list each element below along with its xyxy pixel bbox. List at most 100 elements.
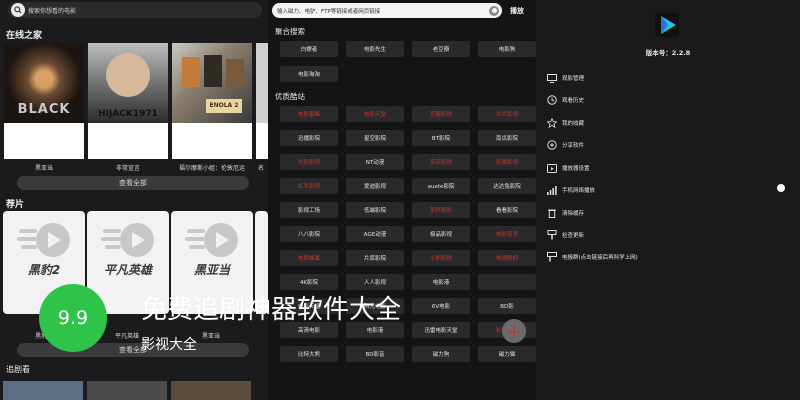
menu-item-label: 检查更新: [562, 233, 585, 239]
menu-item-trash[interactable]: 清除缓存: [546, 206, 584, 220]
section-title-reco: 荐片: [6, 200, 25, 210]
reco-title: 黑亚当: [193, 263, 230, 277]
movie-title: 黑亚当: [34, 165, 53, 172]
quality-site-button[interactable]: 红牛影视: [280, 178, 338, 194]
quality-site-button[interactable]: 电影蜜蜂: [280, 106, 338, 122]
quality-site-button[interactable]: 影猫影视: [478, 154, 536, 170]
menu-item-label: 播放器设置: [562, 166, 590, 172]
quality-site-button[interactable]: 光影影视: [280, 154, 338, 170]
quality-site-button[interactable]: 电影蜂巢: [280, 250, 338, 266]
quality-site-button[interactable]: 人人影视: [346, 274, 404, 290]
url-placeholder: 输入磁力、电驴、FTP等链接或者网页链接: [277, 8, 381, 15]
trash-icon: [546, 207, 558, 219]
aggregate-site-button[interactable]: 白嫖者: [280, 41, 338, 57]
movie-card[interactable]: HIJACK1971: [88, 43, 168, 159]
quality-site-button[interactable]: 4K影院: [280, 274, 338, 290]
quality-site-button[interactable]: auete影院: [412, 178, 470, 194]
menu-item-update[interactable]: 检查更新: [546, 228, 584, 242]
promo-subline: 影视大全: [141, 337, 197, 353]
movie-card[interactable]: [3, 381, 83, 400]
movie-card[interactable]: [87, 381, 167, 400]
telegram-icon: [546, 251, 558, 263]
menu-item-label: 分享软件: [562, 143, 585, 149]
quality-site-button[interactable]: 比特大熊: [280, 346, 338, 362]
share-icon: [546, 139, 558, 151]
clear-icon[interactable]: [489, 5, 499, 16]
quality-site-button[interactable]: BT影院: [412, 130, 470, 146]
play-button[interactable]: 播放: [510, 6, 524, 16]
url-input[interactable]: 输入磁力、电驴、FTP等链接或者网页链接: [272, 3, 502, 18]
search-icon: [11, 3, 25, 17]
quality-site-button[interactable]: 豆瓣影视: [412, 106, 470, 122]
quality-site-button[interactable]: [478, 274, 536, 290]
quality-site-button[interactable]: 极品影视: [412, 226, 470, 242]
aggregate-site-button[interactable]: 电影狗: [478, 41, 536, 57]
quality-site-button[interactable]: 6V电影: [412, 298, 470, 314]
quality-site-button[interactable]: 低端影院: [346, 202, 404, 218]
quality-site-button[interactable]: 星空影院: [346, 130, 404, 146]
play-icon: [185, 223, 238, 257]
aggregate-site-button[interactable]: 电影先生: [346, 41, 404, 57]
quality-site-button[interactable]: 磁力狗: [412, 346, 470, 362]
add-site-button[interactable]: +: [502, 319, 526, 343]
menu-item-telegram[interactable]: 电报群(点击链接后再科学上网): [546, 250, 638, 264]
signal-icon: [546, 184, 558, 196]
aggregate-site-button[interactable]: 电影淘淘: [280, 66, 338, 82]
monitor-icon: [546, 72, 558, 84]
quality-site-button[interactable]: 迅雷电影天堂: [412, 322, 470, 338]
movie-poster: ENOLA 2: [172, 43, 252, 123]
quality-site-button[interactable]: 片片影视: [478, 106, 536, 122]
movie-search-bar[interactable]: 搜索你想看的电影: [8, 2, 262, 18]
quality-site-button[interactable]: 片库影院: [346, 250, 404, 266]
quality-site-button[interactable]: 奈菲影视: [412, 154, 470, 170]
menu-item-history[interactable]: 观看历史: [546, 93, 584, 107]
quality-site-button[interactable]: 看看影院: [478, 202, 536, 218]
movie-card[interactable]: BLACK: [4, 43, 84, 159]
quality-site-button[interactable]: NT动漫: [346, 154, 404, 170]
menu-item-label: 清除缓存: [562, 211, 585, 217]
movie-card[interactable]: [256, 43, 268, 159]
version-label: 版本号：2.2.8: [645, 49, 691, 57]
quality-site-button[interactable]: 八八影院: [280, 226, 338, 242]
quality-site-button[interactable]: 达达兔影院: [478, 178, 536, 194]
quality-site-button[interactable]: 磁力猫: [478, 346, 536, 362]
menu-item-share[interactable]: 分享软件: [546, 138, 584, 152]
quality-site-button[interactable]: 迅播影院: [280, 130, 338, 146]
menu-item-signal[interactable]: 手机网络播放: [546, 183, 595, 197]
quality-site-button[interactable]: 影视工场: [280, 202, 338, 218]
section-title-watching: 追剧看: [6, 365, 30, 374]
search-placeholder: 搜索你想看的电影: [28, 7, 77, 15]
movie-title: 非常宣言: [115, 165, 140, 172]
section-title-quality: 优质酷站: [275, 92, 305, 101]
quality-site-button[interactable]: AGE动漫: [346, 226, 404, 242]
quality-site-button[interactable]: 小熊影视: [412, 250, 470, 266]
aggregate-site-button[interactable]: 老豆瓣: [412, 41, 470, 57]
view-all-button[interactable]: 查看全部: [17, 176, 249, 190]
sites-pane: 输入磁力、电驴、FTP等链接或者网页链接 播放 聚合搜索 优质酷站 白嫖者 电影先…: [268, 0, 536, 400]
movie-card[interactable]: ENOLA 2: [172, 43, 252, 159]
player-icon: [546, 162, 558, 174]
quality-site-button[interactable]: 爱迪影视: [346, 178, 404, 194]
network-play-toggle[interactable]: [777, 184, 785, 192]
quality-site-button[interactable]: BD影音: [346, 346, 404, 362]
reco-title: 平凡英雄: [103, 263, 152, 277]
quality-site-button[interactable]: 电影港: [412, 274, 470, 290]
menu-item-player[interactable]: 播放器设置: [546, 161, 590, 175]
menu-item-label: 我的收藏: [562, 121, 585, 127]
quality-site-button[interactable]: 电影天堂: [346, 106, 404, 122]
quality-site-button[interactable]: BD影: [478, 298, 536, 314]
menu-item-label: 电报群(点击链接后再科学上网): [562, 255, 638, 261]
movie-poster: HIJACK1971: [88, 43, 168, 123]
quality-site-button[interactable]: 电影猎手: [478, 226, 536, 242]
quality-site-button[interactable]: 茶杯狐影: [412, 202, 470, 218]
movie-title: 福尔摩斯小姐：伦敦厄运: [178, 165, 245, 172]
settings-pane: 版本号：2.2.8 观影管理观看历史我的收藏分享软件播放器设置手机网络播放清除缓…: [536, 0, 800, 400]
section-title-aggregate: 聚合搜索: [275, 27, 305, 36]
quality-site-button[interactable]: 电视剧网: [478, 250, 536, 266]
movie-poster: BLACK: [4, 43, 84, 123]
quality-site-button[interactable]: 南瓜影院: [478, 130, 536, 146]
rating-badge: 9.9: [39, 284, 107, 352]
menu-item-star[interactable]: 我的收藏: [546, 116, 584, 130]
menu-item-monitor[interactable]: 观影管理: [546, 71, 584, 85]
movie-card[interactable]: [171, 381, 251, 400]
